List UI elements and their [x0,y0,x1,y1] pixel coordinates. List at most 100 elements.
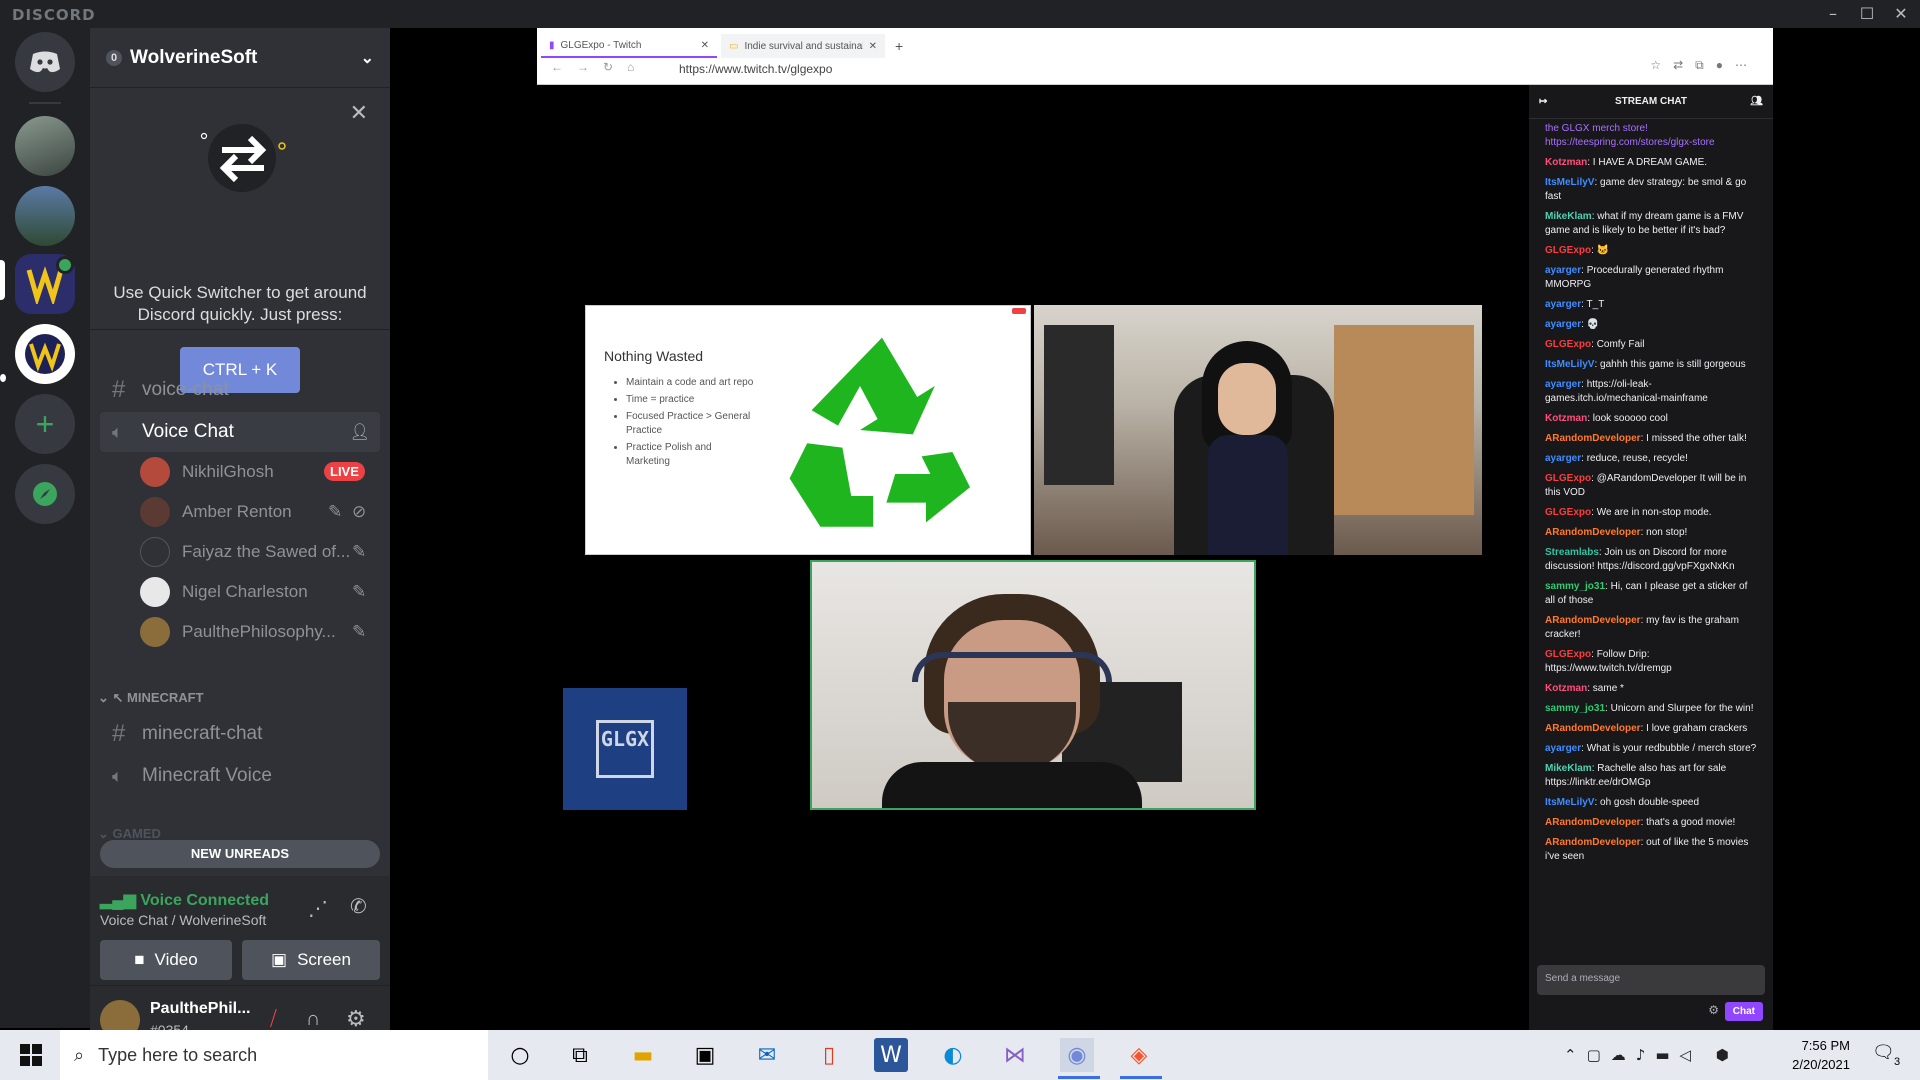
glgx-logo-tile[interactable]: GLGX [563,688,687,810]
voice-user[interactable]: Faiyaz the Sawed of... [140,534,350,570]
server-icon-2[interactable] [15,186,75,246]
chevron-down-icon[interactable]: ⌄ [361,48,374,68]
nav-buttons[interactable]: ←→↻⌂ [551,60,648,74]
webcam-tile-3[interactable] [810,560,1256,810]
chat-username[interactable]: ARandomDeveloper [1545,837,1641,848]
slide-bullets: Maintain a code and art repo Time = prac… [626,376,756,469]
chat-text: non stop! [1646,527,1688,538]
system-tray-icons[interactable]: ⌃▢☁♪▬◁ ⬢ [1564,1046,1739,1064]
explore-servers-icon[interactable] [15,464,75,524]
add-server-icon[interactable]: + [15,394,75,454]
close-window-icon[interactable]: ✕ [1884,2,1918,26]
tab-close-icon[interactable]: ✕ [701,40,709,51]
file-explorer-icon[interactable]: ▬ [626,1038,660,1072]
new-tab-icon[interactable]: + [887,34,911,58]
browser-tab-doc[interactable]: ▭Indie survival and sustainability✕ [721,34,885,58]
channel-minecraft-chat[interactable]: # minecraft-chat [100,714,380,754]
mic-muted-icon[interactable]: ⧸ [270,1008,277,1031]
chat-username[interactable]: ayarger [1545,453,1581,464]
chat-username[interactable]: GLGExpo [1545,339,1591,350]
tab-close-icon[interactable]: ✕ [869,41,877,52]
settings-gear-icon[interactable]: ⚙ [346,1006,366,1032]
server-header[interactable]: 0 WolverineSoft ⌄ [90,28,390,88]
chat-username[interactable]: GLGExpo [1545,507,1591,518]
noise-suppression-icon[interactable]: ⋰ [308,896,328,921]
chat-username[interactable]: ItsMeLilyV [1545,797,1594,808]
chat-username[interactable]: Kotzman [1545,157,1587,168]
mute-icon: ✎ [328,502,343,521]
chat-username[interactable]: ItsMeLilyV [1545,359,1594,370]
address-bar[interactable]: https://www.twitch.tv/glgexpo [679,62,832,76]
office-icon[interactable]: ▯ [812,1038,846,1072]
chat-username[interactable]: ARandomDeveloper [1545,433,1641,444]
chat-username[interactable]: sammy_jo31 [1545,703,1605,714]
brave-icon[interactable]: ◈ [1122,1038,1156,1072]
new-unreads-button[interactable]: NEW UNREADS [100,840,380,868]
chat-username[interactable]: Kotzman [1545,683,1587,694]
browser-toolbar-icons[interactable]: ☆⇄⧉●⋯ [1650,58,1759,73]
chat-username[interactable]: sammy_jo31 [1545,581,1605,592]
users-icon[interactable]: 👥︎ [1750,85,1763,119]
slide-tile[interactable]: Nothing Wasted Maintain a code and art r… [585,305,1031,555]
word-icon[interactable]: W [874,1038,908,1072]
channel-minecraft-voice[interactable]: 🔈︎ Minecraft Voice [100,756,380,796]
chat-username[interactable]: Kotzman [1545,413,1587,424]
screen-share-button[interactable]: ▣ Screen [242,940,380,980]
taskbar-search[interactable]: ⌕ Type here to search [60,1030,488,1080]
chat-username[interactable]: GLGExpo [1545,473,1591,484]
category-minecraft[interactable]: ⌄ ↖ MINECRAFT [98,690,204,706]
voice-user[interactable]: NikhilGhosh [140,454,274,490]
chat-username[interactable]: ayarger [1545,299,1581,310]
chat-message: GLGExpo: 🐱 [1545,245,1610,256]
invite-icon[interactable]: 👤︎ [350,422,370,442]
cortana-icon[interactable]: ○ [503,1038,537,1072]
chat-input[interactable]: Send a message [1537,965,1765,995]
chat-username[interactable]: ayarger [1545,319,1581,330]
chat-username[interactable]: ARandomDeveloper [1545,817,1641,828]
server-icon-wolverinesoft[interactable] [15,324,75,384]
chat-username[interactable]: ayarger [1545,265,1581,276]
store-icon[interactable]: ▣ [688,1038,722,1072]
chat-username[interactable]: ayarger [1545,379,1581,390]
task-view-icon[interactable]: ⧉ [563,1038,597,1072]
channel-voice-chat-text[interactable]: # voice-chat [100,370,380,410]
minimize-icon[interactable]: – [1816,2,1850,26]
chat-username[interactable]: ARandomDeveloper [1545,527,1641,538]
voice-user[interactable]: PaulthePhilosophy... [140,614,336,650]
mail-icon[interactable]: ✉ [750,1038,784,1072]
headphones-icon[interactable]: ∩ [306,1008,320,1031]
disconnect-icon[interactable]: ✆ [350,894,367,919]
edge-icon[interactable]: ◐ [936,1038,970,1072]
chat-settings-icon[interactable]: ⚙ [1708,1003,1719,1017]
chat-username[interactable]: GLGExpo [1545,245,1591,256]
clock[interactable]: 7:56 PM 2/20/2021 [1770,1036,1850,1074]
slides-icon: ▭ [729,40,739,52]
chat-message: ItsMeLilyV: oh gosh double-speed [1545,797,1700,808]
chat-username[interactable]: GLGExpo [1545,649,1591,660]
home-discord-icon[interactable] [15,32,75,92]
collapse-icon[interactable]: ↦ [1539,85,1547,119]
voice-user[interactable]: Nigel Charleston [140,574,308,610]
video-button[interactable]: ■ Video [100,940,232,980]
chat-username[interactable]: ItsMeLilyV [1545,177,1594,188]
visual-studio-icon[interactable]: ⋈ [998,1038,1032,1072]
chat-username[interactable]: ARandomDeveloper [1545,723,1641,734]
discord-taskbar-icon[interactable]: ◉ [1060,1038,1094,1072]
server-icon-1[interactable] [15,116,75,176]
chat-username[interactable]: MikeKlam [1545,211,1592,222]
close-icon[interactable]: ✕ [350,100,368,126]
chat-username[interactable]: ayarger [1545,743,1581,754]
voice-user[interactable]: Amber Renton [140,494,292,530]
chat-username[interactable]: ARandomDeveloper [1545,615,1641,626]
chat-message: ItsMeLilyV: game dev strategy: be smol &… [1545,177,1747,202]
notification-center-icon[interactable]: 🗨︎ [1872,1042,1895,1063]
chat-username[interactable]: Streamlabs [1545,547,1599,558]
wall-art [1334,325,1474,515]
chat-send-button[interactable]: Chat [1724,1002,1763,1021]
webcam-tile-2[interactable] [1034,305,1482,555]
chat-username[interactable]: MikeKlam [1545,763,1592,774]
browser-tab-twitch[interactable]: ▮ GLGExpo - Twitch ✕ [541,34,717,58]
windows-start-icon[interactable] [14,1038,48,1072]
channel-voice-chat[interactable]: 🔈︎ Voice Chat 👤︎ [100,412,380,452]
maximize-icon[interactable]: ☐ [1850,2,1884,26]
